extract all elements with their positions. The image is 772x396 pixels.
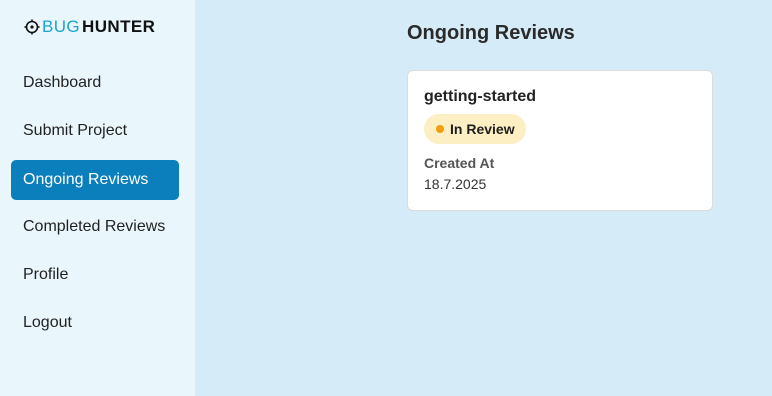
created-at-label: Created At [424,155,495,171]
sidebar-item-ongoing-reviews[interactable]: Ongoing Reviews [11,160,179,200]
sidebar-item-profile[interactable]: Profile [11,255,179,295]
brand-name-part2: HUNTER [82,17,156,36]
page-title: Ongoing Reviews [407,22,575,44]
sidebar-item-completed-reviews[interactable]: Completed Reviews [11,207,179,247]
crosshair-icon [24,19,40,35]
brand-logo[interactable]: BUG HUNTER [24,17,155,37]
sidebar: BUG HUNTER Dashboard Submit Project Ongo… [0,0,195,396]
sidebar-item-submit-project[interactable]: Submit Project [11,111,179,151]
status-dot-icon [436,125,444,133]
created-at-value: 18.7.2025 [424,176,487,192]
review-card[interactable]: getting-started In Review Created At 18.… [407,70,713,211]
sidebar-item-label: Logout [23,314,72,331]
sidebar-item-label: Ongoing Reviews [23,171,149,188]
sidebar-item-label: Dashboard [23,74,102,91]
status-badge: In Review [424,114,526,144]
status-label: In Review [450,121,515,137]
review-name: getting-started [424,88,536,105]
sidebar-item-dashboard[interactable]: Dashboard [11,63,179,103]
sidebar-item-label: Submit Project [23,122,128,139]
sidebar-item-logout[interactable]: Logout [11,303,179,343]
brand-name-part1: BUG [42,17,81,36]
sidebar-item-label: Completed Reviews [23,218,166,235]
sidebar-item-label: Profile [23,266,69,283]
